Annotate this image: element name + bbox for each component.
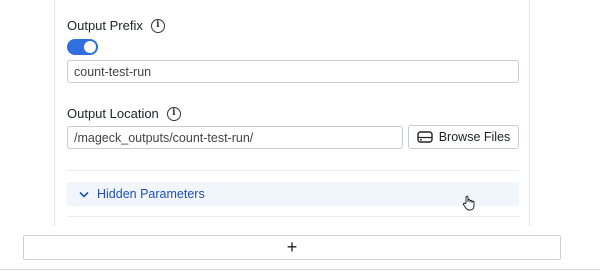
output-location-label: Output Location xyxy=(67,106,159,121)
output-prefix-label-row: Output Prefix i xyxy=(67,18,165,33)
browse-files-label: Browse Files xyxy=(438,130,511,144)
add-button[interactable]: + xyxy=(23,235,561,260)
divider xyxy=(67,170,519,171)
browse-files-button[interactable]: Browse Files xyxy=(408,125,519,149)
divider xyxy=(67,216,519,217)
hidden-parameters-label: Hidden Parameters xyxy=(97,187,205,201)
info-icon[interactable]: i xyxy=(150,18,165,33)
toggle-knob xyxy=(84,41,96,53)
bottom-separator xyxy=(0,269,600,270)
page: Output Prefix i count-test-run Output Lo… xyxy=(0,0,600,273)
parameters-panel: Output Prefix i count-test-run Output Lo… xyxy=(54,0,530,226)
output-location-input[interactable]: /mageck_outputs/count-test-run/ xyxy=(67,126,403,149)
hand-cursor-icon xyxy=(462,195,476,216)
plus-icon: + xyxy=(286,237,298,257)
hidden-parameters-accordion[interactable]: Hidden Parameters xyxy=(67,182,519,206)
drive-icon xyxy=(417,131,433,143)
output-location-label-row: Output Location i xyxy=(67,106,181,121)
info-icon[interactable]: i xyxy=(166,106,181,121)
output-prefix-label: Output Prefix xyxy=(67,18,143,33)
output-prefix-toggle[interactable] xyxy=(67,39,98,55)
output-prefix-input[interactable]: count-test-run xyxy=(67,60,519,83)
chevron-down-icon xyxy=(79,191,89,198)
